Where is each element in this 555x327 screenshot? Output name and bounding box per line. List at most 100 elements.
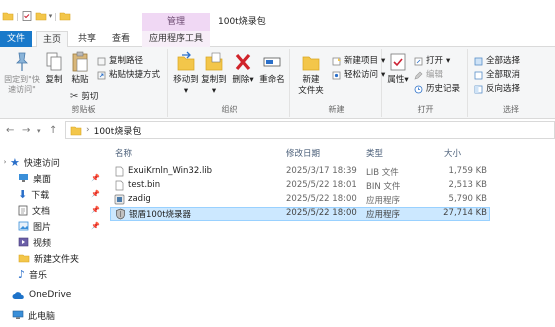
properties-icon[interactable] (21, 10, 33, 22)
tab-home[interactable]: 主页 (36, 31, 68, 48)
ribbon-tabs: 文件 主页 共享 查看 应用程序工具 (0, 31, 555, 48)
nav-item-videos[interactable]: 视频 (0, 234, 108, 250)
column-header-name[interactable]: 名称 (115, 147, 132, 161)
pin-icon[interactable]: 📌 (91, 206, 100, 214)
cut-button[interactable]: ✂ 剪切 (70, 91, 98, 103)
cut-label: 剪切 (81, 92, 99, 102)
new-folder-icon[interactable] (35, 10, 47, 22)
nav-item-music[interactable]: ♪ 音乐 (0, 266, 108, 282)
select-all-button[interactable]: 全部选择 (474, 55, 520, 67)
nav-item-downloads[interactable]: ⬇ 下载 📌 (0, 186, 108, 202)
recent-locations-icon[interactable]: ▾ (37, 127, 41, 135)
open-group-label: 打开 (417, 105, 434, 114)
easy-access-button[interactable]: 轻松访问 ▾ (332, 69, 385, 81)
title-bar: | ▾ | 管理 100t烧录包 (0, 0, 555, 31)
select-none-button[interactable]: 全部取消 (474, 69, 520, 81)
group-open: 属性▾ 打开 ▾ 编辑 历史记录 打开 (384, 49, 468, 117)
music-icon: ♪ (18, 267, 26, 281)
tab-view[interactable]: 查看 (106, 31, 136, 47)
folder-icon (59, 12, 71, 21)
select-all-icon (474, 57, 483, 65)
copy-button[interactable]: 复制 (43, 51, 65, 86)
pin-quick-access-button[interactable]: 固定到"快速访问" (2, 51, 42, 95)
invert-selection-icon (474, 85, 483, 93)
new-folder-button[interactable]: 新建 文件夹 (294, 51, 328, 97)
file-icon (115, 180, 124, 191)
nav-item-onedrive[interactable]: OneDrive (0, 287, 108, 303)
paste-button[interactable]: 粘贴 (68, 51, 92, 86)
history-icon (414, 85, 423, 93)
file-type: LIB 文件 (366, 168, 399, 178)
pin-icon[interactable]: 📌 (91, 222, 100, 230)
window-title: 100t烧录包 (218, 17, 266, 27)
new-item-icon (332, 57, 341, 65)
table-row[interactable]: zadig 2025/5/22 18:00 应用程序 5,790 KB (110, 193, 490, 207)
delete-icon (235, 53, 251, 71)
pin-icon[interactable]: 📌 (91, 190, 100, 198)
copy-to-text: 复制到 (201, 75, 227, 85)
file-size: 2,513 KB (448, 180, 487, 190)
tab-file[interactable]: 文件 (0, 31, 32, 47)
column-header-type[interactable]: 类型 (366, 147, 383, 161)
copy-to-button[interactable]: 复制到▾ (200, 51, 228, 97)
chevron-down-icon: ▾ (446, 56, 451, 66)
move-to-icon (177, 51, 195, 71)
pin-quick-access-label: 固定到"快速访问" (4, 75, 40, 94)
file-modified: 2025/5/22 18:00 (286, 208, 357, 218)
new-group-label: 新建 (328, 105, 345, 114)
nav-item-label: 下载 (31, 190, 50, 201)
file-list: 名称 修改日期 类型 大小 ExuiKrnln_Win32.lib 2025/3… (110, 141, 555, 327)
table-row-selected[interactable]: 银盾100t烧录器 2025/5/22 18:00 应用程序 27,714 KB (110, 207, 490, 221)
history-button[interactable]: 历史记录 (414, 83, 460, 95)
forward-arrow-icon[interactable]: → (22, 125, 30, 136)
copy-path-button[interactable]: 复制路径 (97, 55, 143, 67)
table-row[interactable]: test.bin 2025/5/22 18:01 BIN 文件 2,513 KB (110, 179, 490, 193)
rename-button[interactable]: 重命名 (258, 51, 286, 86)
nav-item-label: 新建文件夹 (34, 254, 80, 265)
delete-button[interactable]: 删除▾ (232, 51, 254, 86)
edit-button[interactable]: 编辑 (414, 69, 443, 81)
column-header-modified[interactable]: 修改日期 (286, 147, 320, 161)
app-icon (114, 194, 125, 205)
nav-item-new-folder[interactable]: 新建文件夹 (0, 250, 108, 266)
computer-icon (12, 310, 24, 319)
column-header-size[interactable]: 大小 (444, 147, 461, 161)
shield-app-icon (116, 208, 125, 220)
nav-item-label: 视频 (33, 238, 52, 249)
easy-access-label: 轻松访问 (344, 70, 379, 80)
pin-icon (16, 52, 28, 71)
open-button[interactable]: 打开 ▾ (414, 55, 450, 67)
star-icon: ★ (10, 155, 20, 169)
delete-label: 删除▾ (232, 75, 254, 85)
pin-icon[interactable]: 📌 (91, 174, 100, 182)
move-to-button[interactable]: 移动到▾ (172, 51, 200, 97)
quick-access-toolbar: | ▾ | (2, 10, 71, 22)
chevron-down-icon[interactable]: ▾ (49, 12, 53, 20)
table-row[interactable]: ExuiKrnln_Win32.lib 2025/3/17 18:39 LIB … (110, 165, 490, 179)
paste-shortcut-button[interactable]: 粘贴快捷方式 (97, 69, 160, 81)
up-arrow-icon[interactable]: ↑ (49, 125, 57, 136)
address-bar[interactable]: › 100t烧录包 (65, 121, 555, 139)
folder-icon (70, 126, 82, 135)
invert-selection-button[interactable]: 反向选择 (474, 83, 520, 95)
file-name: ExuiKrnln_Win32.lib (128, 166, 213, 176)
properties-button[interactable]: 属性▾ (386, 51, 410, 86)
nav-item-documents[interactable]: 文档 📌 (0, 202, 108, 218)
new-item-button[interactable]: 新建项目 ▾ (332, 55, 385, 67)
tab-share[interactable]: 共享 (72, 31, 102, 47)
nav-item-this-pc[interactable]: 此电脑 (0, 307, 108, 323)
clipboard-group-label: 剪贴板 (71, 105, 96, 114)
paste-shortcut-label: 粘贴快捷方式 (109, 70, 161, 80)
nav-item-quick-access[interactable]: › ★ 快速访问 (0, 154, 108, 170)
nav-item-pictures[interactable]: 图片 📌 (0, 218, 108, 234)
group-select: 全部选择 全部取消 反向选择 选择 (470, 49, 552, 117)
nav-item-label: 音乐 (29, 270, 48, 281)
copy-label: 复制 (45, 75, 63, 85)
tab-app-tools[interactable]: 应用程序工具 (142, 31, 210, 47)
new-folder-label: 新建 文件夹 (298, 75, 324, 96)
nav-item-desktop[interactable]: 桌面 📌 (0, 170, 108, 186)
back-arrow-icon[interactable]: ← (6, 125, 14, 136)
file-size: 1,759 KB (448, 166, 487, 176)
edit-icon (414, 71, 423, 79)
document-icon (18, 205, 28, 215)
